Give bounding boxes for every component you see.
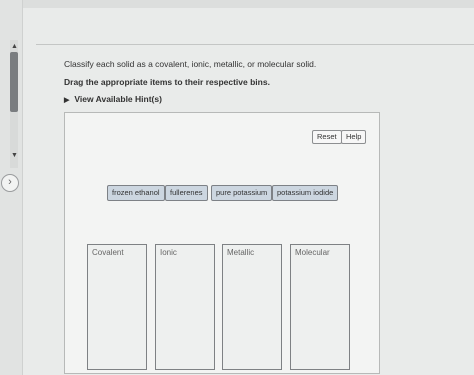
reset-button[interactable]: Reset bbox=[312, 130, 342, 144]
view-hints-label: View Available Hint(s) bbox=[74, 94, 162, 104]
bin-covalent[interactable]: Covalent bbox=[87, 244, 147, 370]
help-button[interactable]: Help bbox=[341, 130, 367, 144]
draggable-item-pure-potassium[interactable]: pure potassium bbox=[211, 185, 273, 201]
question-instruction: Drag the appropriate items to their resp… bbox=[64, 77, 270, 87]
bin-molecular[interactable]: Molecular bbox=[290, 244, 350, 370]
question-prompt: Classify each solid as a covalent, ionic… bbox=[64, 59, 317, 69]
triangle-right-icon: ▶ bbox=[64, 97, 70, 104]
scroll-down-icon[interactable]: ▼ bbox=[11, 152, 18, 159]
scrollbar-thumb[interactable] bbox=[10, 52, 18, 112]
bin-label: Ionic bbox=[160, 248, 177, 257]
draggable-item-potassium-iodide[interactable]: potassium iodide bbox=[272, 185, 339, 201]
draggable-item-frozen-ethanol[interactable]: frozen ethanol bbox=[107, 185, 165, 201]
draggable-item-fullerenes[interactable]: fullerenes bbox=[165, 185, 208, 201]
divider bbox=[36, 44, 474, 45]
bin-label: Molecular bbox=[295, 248, 330, 257]
top-strip bbox=[0, 0, 474, 8]
chevron-right-icon[interactable]: › bbox=[1, 174, 19, 192]
scroll-up-icon[interactable]: ▲ bbox=[11, 43, 18, 50]
bin-ionic[interactable]: Ionic bbox=[155, 244, 215, 370]
bin-metallic[interactable]: Metallic bbox=[222, 244, 282, 370]
bin-label: Covalent bbox=[92, 248, 124, 257]
bin-label: Metallic bbox=[227, 248, 255, 257]
view-hints-link[interactable]: ▶ View Available Hint(s) bbox=[64, 94, 162, 104]
